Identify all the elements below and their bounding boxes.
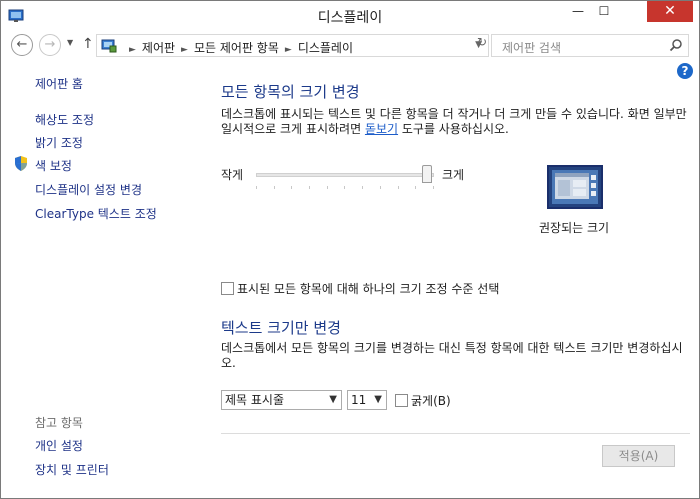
text-section-heading: 텍스트 크기만 변경	[221, 319, 341, 337]
nav-personalization[interactable]: 개인 설정	[35, 437, 83, 454]
help-icon[interactable]: ?	[677, 63, 693, 79]
navigation-bar: ← → ▼ ↑ ► 제어판 ► 모든 제어판 항목 ► 디스플레이 ▼ ↻ 제어판 검색	[1, 31, 699, 59]
slider-thumb[interactable]	[422, 165, 432, 183]
text-section-description: 데스크톱에서 모든 항목의 크기를 변경하는 대신 특정 항목에 대한 텍스트 …	[221, 341, 683, 370]
breadcrumb-display[interactable]: 디스플레이	[298, 41, 353, 55]
shield-icon	[15, 156, 27, 171]
slider-ticks	[256, 186, 434, 189]
nav-control-panel-home[interactable]: 제어판 홈	[35, 75, 83, 92]
slider-label-large: 크게	[442, 168, 465, 182]
size-section-heading: 모든 항목의 크기 변경	[221, 83, 360, 101]
size-preview-image	[547, 165, 603, 209]
breadcrumb-control-panel[interactable]: 제어판	[142, 41, 175, 55]
chevron-right-icon[interactable]: ►	[285, 45, 292, 55]
nav-cleartype[interactable]: ClearType 텍스트 조정	[35, 205, 157, 222]
arrow-left-icon: ←	[16, 37, 28, 52]
size-slider[interactable]	[256, 165, 436, 189]
font-size-value: 11	[351, 393, 367, 407]
see-also-heading: 참고 항목	[35, 416, 83, 430]
divider	[221, 433, 690, 434]
bold-label[interactable]: 굵게(B)	[411, 392, 451, 409]
font-size-select[interactable]: 11 ▼	[347, 390, 387, 410]
bold-checkbox[interactable]	[395, 394, 408, 407]
up-button[interactable]: ↑	[82, 36, 94, 52]
refresh-icon[interactable]: ↻	[477, 35, 487, 49]
back-button[interactable]: ←	[11, 34, 33, 56]
search-input[interactable]: 제어판 검색	[502, 39, 561, 56]
item-select-value: 제목 표시줄	[225, 393, 285, 407]
nav-adjust-resolution[interactable]: 해상도 조정	[35, 111, 94, 128]
forward-button[interactable]: →	[39, 34, 61, 56]
slider-label-small: 작게	[221, 168, 244, 182]
apply-button[interactable]: 적용(A)	[602, 445, 675, 467]
close-button[interactable]: ✕	[647, 1, 693, 22]
nav-change-display-settings[interactable]: 디스플레이 설정 변경	[35, 181, 142, 198]
breadcrumb: ► 제어판 ► 모든 제어판 항목 ► 디스플레이	[123, 39, 353, 56]
nav-devices-and-printers[interactable]: 장치 및 프린터	[35, 461, 109, 478]
preview-caption: 권장되는 크기	[539, 221, 610, 235]
chevron-down-icon: ▼	[329, 394, 337, 405]
title-bar: 디스플레이 — ☐ ✕	[1, 1, 699, 31]
size-section-description: 데스크톱에 표시되는 텍스트 및 다른 항목을 더 작거나 더 크게 만들 수 …	[221, 107, 691, 137]
chevron-down-icon: ▼	[374, 394, 382, 405]
description-text-end: 도구를 사용하십시오.	[398, 122, 509, 136]
maximize-button[interactable]: ☐	[591, 1, 617, 22]
breadcrumb-all-items[interactable]: 모든 제어판 항목	[194, 41, 279, 55]
slider-track[interactable]	[256, 173, 434, 177]
single-scale-checkbox[interactable]	[221, 282, 234, 295]
nav-adjust-brightness[interactable]: 밝기 조정	[35, 134, 83, 151]
search-box[interactable]: 제어판 검색	[491, 34, 689, 57]
magnifier-link[interactable]: 돋보기	[365, 122, 398, 136]
chevron-right-icon: ►	[129, 45, 136, 55]
single-scale-label[interactable]: 표시된 모든 항목에 대해 하나의 크기 조정 수준 선택	[237, 280, 499, 297]
minimize-button[interactable]: —	[565, 1, 591, 22]
arrow-right-icon: →	[44, 37, 56, 52]
chevron-right-icon[interactable]: ►	[181, 45, 188, 55]
arrow-up-icon: ↑	[82, 36, 94, 52]
address-bar[interactable]: ► 제어판 ► 모든 제어판 항목 ► 디스플레이 ▼	[96, 34, 489, 57]
control-panel-icon	[101, 39, 117, 53]
recent-locations-dropdown[interactable]: ▼	[67, 38, 73, 47]
display-window: 디스플레이 — ☐ ✕ ← → ▼ ↑ ► 제어판 ► 모든 제어판 항목 ► 디스플레이…	[0, 0, 700, 499]
search-icon[interactable]	[669, 38, 683, 52]
item-select[interactable]: 제목 표시줄 ▼	[221, 390, 342, 410]
nav-calibrate-color[interactable]: 색 보정	[35, 157, 72, 174]
